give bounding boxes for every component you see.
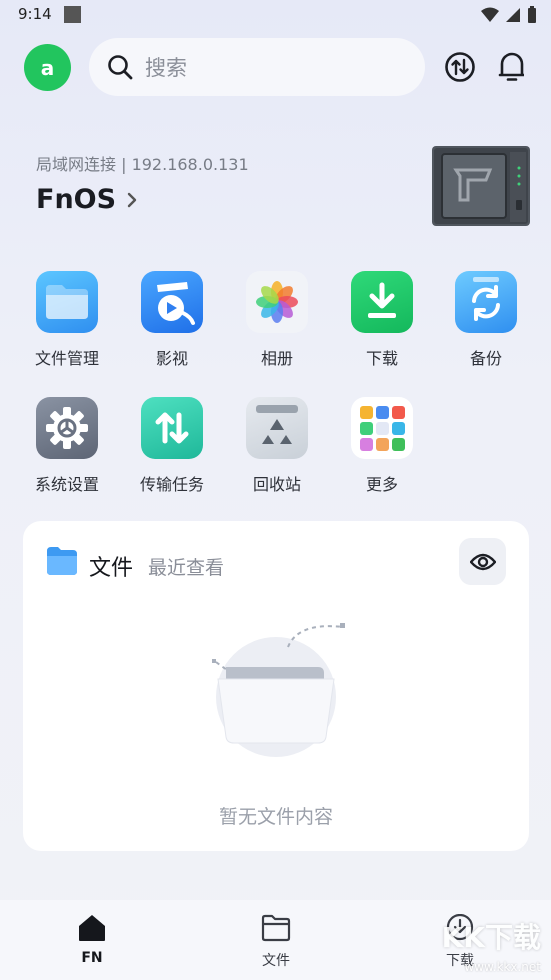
more-apps-icon bbox=[351, 397, 413, 459]
app-settings[interactable]: 系统设置 bbox=[17, 397, 117, 495]
app-label: 下载 bbox=[365, 349, 398, 368]
eye-icon bbox=[469, 553, 496, 570]
status-time: 9:14 bbox=[18, 5, 52, 23]
gear-icon bbox=[36, 397, 98, 459]
recent-files-card: 文件 最近查看 暂无文件内容 bbox=[23, 521, 529, 851]
transfer-icon bbox=[141, 397, 203, 459]
app-label: 更多 bbox=[365, 475, 398, 494]
signal-icon bbox=[506, 8, 520, 22]
photos-icon bbox=[246, 271, 308, 333]
visibility-toggle-button[interactable] bbox=[459, 538, 506, 585]
empty-state-text: 暂无文件内容 bbox=[218, 806, 333, 828]
app-download[interactable]: 下载 bbox=[332, 271, 432, 369]
app-backup[interactable]: 备份 bbox=[436, 271, 536, 369]
app-recycle-bin[interactable]: 回收站 bbox=[227, 397, 327, 495]
app-label: 系统设置 bbox=[34, 475, 99, 494]
app-label: 相册 bbox=[260, 349, 293, 368]
nav-item-files[interactable]: 文件 bbox=[236, 914, 316, 970]
connection-info: 局域网连接 | 192.168.0.131 bbox=[36, 155, 249, 174]
app-photos[interactable]: 相册 bbox=[227, 271, 327, 369]
battery-icon bbox=[528, 6, 536, 23]
folder-icon bbox=[47, 547, 77, 575]
watermark-logo: KK下载 www.kkx.net bbox=[425, 912, 545, 978]
search-input[interactable]: 搜索 bbox=[89, 38, 425, 96]
status-bar: 9:14 bbox=[0, 0, 551, 30]
search-placeholder: 搜索 bbox=[145, 56, 187, 80]
watermark-url: www.kkx.net bbox=[464, 960, 541, 974]
server-name: FnOS bbox=[36, 184, 117, 215]
transfer-status-button[interactable] bbox=[443, 48, 477, 86]
app-transfer-tasks[interactable]: 传输任务 bbox=[122, 397, 222, 495]
app-label: 影视 bbox=[155, 349, 188, 368]
search-icon bbox=[108, 55, 133, 80]
transfer-arrows-icon bbox=[445, 52, 475, 82]
server-name-link[interactable]: FnOS bbox=[36, 184, 140, 215]
nav-label: FN bbox=[81, 950, 103, 966]
tab-recently-viewed[interactable]: 最近查看 bbox=[148, 553, 224, 580]
card-title: 文件 bbox=[89, 556, 134, 581]
folder-outline-icon bbox=[261, 914, 291, 942]
video-icon bbox=[141, 271, 203, 333]
app-label: 备份 bbox=[469, 349, 502, 368]
chevron-right-icon bbox=[127, 192, 137, 207]
watermark-text: KK下载 bbox=[441, 921, 541, 954]
nav-label: 文件 bbox=[262, 953, 290, 969]
status-indicators bbox=[481, 6, 537, 24]
folder-icon bbox=[36, 271, 98, 333]
app-file-manager[interactable]: 文件管理 bbox=[17, 271, 117, 369]
app-label: 传输任务 bbox=[139, 475, 204, 494]
app-video[interactable]: 影视 bbox=[122, 271, 222, 369]
nas-device-image bbox=[432, 146, 530, 226]
wifi-icon bbox=[481, 7, 499, 22]
backup-icon bbox=[455, 271, 517, 333]
app-more[interactable]: 更多 bbox=[332, 397, 432, 495]
recycle-bin-icon bbox=[246, 397, 308, 459]
notification-icon bbox=[64, 6, 81, 23]
download-icon bbox=[351, 271, 413, 333]
empty-folder-illustration bbox=[212, 623, 345, 757]
app-label: 文件管理 bbox=[34, 349, 99, 368]
home-icon bbox=[79, 915, 105, 941]
bell-icon bbox=[498, 52, 524, 81]
avatar[interactable]: a bbox=[24, 44, 71, 91]
app-label: 回收站 bbox=[252, 475, 301, 494]
notifications-button[interactable] bbox=[495, 48, 529, 86]
nav-item-fn[interactable]: FN bbox=[52, 914, 132, 966]
